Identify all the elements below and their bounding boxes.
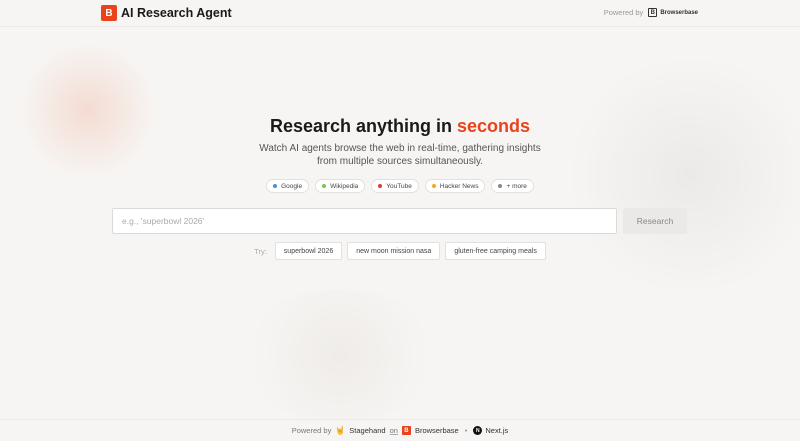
- browserbase-link[interactable]: B Browserbase: [401, 426, 459, 435]
- on-label: on: [389, 426, 398, 435]
- suggestion-button[interactable]: new moon mission nasa: [347, 242, 441, 260]
- browserbase-label: Browserbase: [414, 426, 459, 435]
- source-chip-hacker-news: Hacker News: [424, 179, 486, 193]
- chip-label: Hacker News: [439, 182, 479, 190]
- separator: •: [464, 426, 468, 435]
- browserbase-logo-icon: B: [101, 5, 117, 21]
- source-chip-wikipedia: Wikipedia: [315, 179, 366, 193]
- suggestion-button[interactable]: superbowl 2026: [274, 242, 343, 260]
- youtube-dot-icon: [378, 184, 383, 188]
- nextjs-icon: N: [473, 426, 483, 435]
- browserbase-wordmark: Browserbase: [660, 9, 698, 16]
- footer-powered-by: Powered by: [291, 426, 332, 435]
- chip-label: Wikipedia: [330, 182, 359, 190]
- research-button[interactable]: Research: [623, 208, 687, 234]
- powered-by-label: Powered by: [603, 8, 644, 17]
- stagehand-icon: 🤘: [335, 426, 346, 435]
- try-label: Try:: [254, 246, 267, 256]
- stagehand-link[interactable]: Stagehand: [349, 426, 385, 435]
- chip-label: + more: [506, 182, 527, 190]
- app-title: AI Research Agent: [121, 6, 232, 20]
- hacker-news-dot-icon: [431, 184, 436, 188]
- background-blob-bottom: [230, 290, 450, 420]
- source-chip-more: + more: [491, 179, 534, 193]
- chip-label: Google: [281, 182, 303, 190]
- suggestion-button[interactable]: gluten-free camping meals: [445, 242, 546, 260]
- title-accent: seconds: [457, 116, 531, 136]
- more-dot-icon: [498, 184, 503, 188]
- google-dot-icon: [273, 184, 278, 188]
- browserbase-icon: B: [648, 8, 658, 17]
- top-header: B AI Research Agent Powered by B Browser…: [0, 0, 800, 27]
- page-subtitle: Watch AI agents browse the web in real-t…: [259, 143, 541, 167]
- search-input[interactable]: [112, 208, 617, 234]
- page-title: Research anything in seconds: [0, 116, 800, 137]
- title-main: Research anything in: [269, 116, 458, 136]
- suggestions-row: Try: superbowl 2026 new moon mission nas…: [0, 242, 800, 260]
- background-blob-red: [18, 40, 158, 180]
- source-chips: Google Wikipedia YouTube Hacker News + m…: [0, 179, 800, 193]
- chip-label: YouTube: [386, 182, 412, 190]
- nextjs-label: Next.js: [485, 426, 509, 435]
- browserbase-icon: B: [401, 426, 411, 435]
- wikipedia-dot-icon: [322, 184, 327, 188]
- brand[interactable]: B AI Research Agent: [101, 5, 232, 21]
- footer: Powered by 🤘 Stagehand on B Browserbase …: [0, 419, 800, 441]
- source-chip-youtube: YouTube: [371, 179, 419, 193]
- powered-by-link[interactable]: Powered by B Browserbase: [604, 8, 698, 17]
- nextjs-link[interactable]: N Next.js: [473, 426, 508, 435]
- source-chip-google: Google: [266, 179, 310, 193]
